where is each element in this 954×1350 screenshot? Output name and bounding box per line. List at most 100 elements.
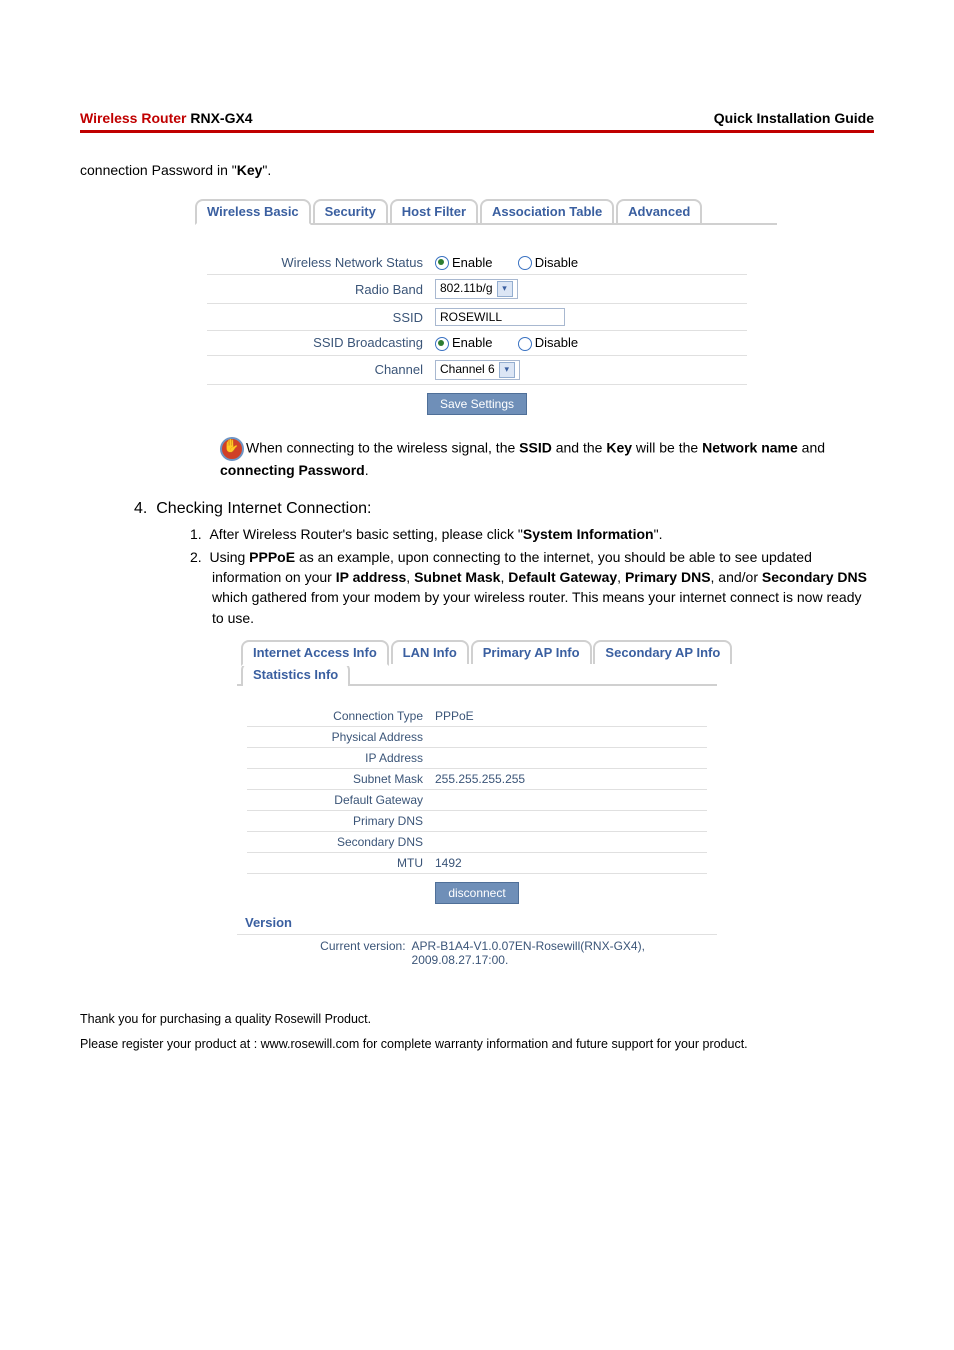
label-wireless-status: Wireless Network Status [207,251,429,275]
radio-enable-label: Enable [452,255,492,270]
row-mtu: MTU 1492 [247,852,707,873]
label-ip-address: IP Address [247,747,429,768]
row-default-gateway: Default Gateway [247,789,707,810]
tab-internet-access-info[interactable]: Internet Access Info [241,640,389,666]
step4-title: Checking Internet Connection: [156,500,371,517]
radio-disable-icon[interactable] [518,256,532,270]
row-subnet-mask: Subnet Mask 255.255.255.255 [247,768,707,789]
header-rule [80,130,874,133]
s2-ip: IP address [336,569,407,585]
step4-sub1-b: ". [654,526,663,542]
disconnect-button[interactable]: disconnect [435,882,518,904]
value-current-version: APR-B1A4-V1.0.07EN-Rosewill(RNX-GX4), 20… [412,939,717,967]
value-physical-address [429,726,707,747]
tab-primary-ap-info[interactable]: Primary AP Info [471,640,592,664]
step4-num: 4. [134,500,147,517]
s2a: Using [209,549,249,565]
tab-host-filter[interactable]: Host Filter [390,199,478,223]
note-netname: Network name [702,439,798,455]
row-wireless-status: Wireless Network Status Enable Disable [207,251,747,275]
intro-bold-key: Key [237,162,263,178]
sysinfo-table: Connection Type PPPoE Physical Address I… [247,706,707,907]
wireless-tabset: Wireless Basic Security Host Filter Asso… [195,199,767,225]
value-ssid-broadcasting: Enable Disable [429,331,747,356]
value-conn-type: PPPoE [429,706,707,727]
value-ip-address [429,747,707,768]
input-ssid[interactable]: ROSEWILL [435,308,565,326]
tab-security[interactable]: Security [313,199,388,223]
step4-sub1-bold: System Information [523,526,654,542]
row-primary-dns: Primary DNS [247,810,707,831]
value-radio-band: 802.11b/g ▾ [429,275,747,304]
s2-sm: Subnet Mask [414,569,500,585]
select-radio-band-value: 802.11b/g [440,281,493,295]
label-physical-address: Physical Address [247,726,429,747]
s2-dg: Default Gateway [508,569,617,585]
label-conn-type: Connection Type [247,706,429,727]
step4-sub1: 1. After Wireless Router's basic setting… [190,524,874,544]
row-ssid: SSID ROSEWILL [207,304,747,331]
row-disconnect: disconnect [247,873,707,907]
radio-ssid-disable-icon[interactable] [518,337,532,351]
note-pre: When connecting to the wireless signal, … [246,439,519,455]
s2e: , [617,569,625,585]
label-secondary-dns: Secondary DNS [247,831,429,852]
wireless-form: Wireless Network Status Enable Disable R… [207,251,747,419]
row-channel: Channel Channel 6 ▾ [207,355,747,384]
tab-wireless-basic[interactable]: Wireless Basic [195,199,311,225]
chevron-down-icon: ▾ [497,281,513,297]
value-ssid: ROSEWILL [429,304,747,331]
footer-line-2: Please register your product at : www.ro… [80,1032,874,1057]
row-radio-band: Radio Band 802.11b/g ▾ [207,275,747,304]
row-physical-address: Physical Address [247,726,707,747]
intro-line: connection Password in "Key". [80,161,874,181]
value-primary-dns [429,810,707,831]
s2g: which gathered from your modem by your w… [212,589,861,625]
version-heading: Version [245,915,717,930]
footer: Thank you for purchasing a quality Rosew… [80,1007,874,1057]
label-ssid: SSID [207,304,429,331]
tab-secondary-ap-info[interactable]: Secondary AP Info [593,640,732,664]
footer-line-1: Thank you for purchasing a quality Rosew… [80,1007,874,1032]
header-left: Wireless Router RNX-GX4 [80,110,253,126]
stop-hand-icon [220,437,244,461]
tab-lan-info[interactable]: LAN Info [391,640,469,664]
step4-sub2: 2. Using PPPoE as an example, upon conne… [190,547,874,628]
row-conn-type: Connection Type PPPoE [247,706,707,727]
radio-ssid-disable-label: Disable [535,335,578,350]
label-ssid-broadcasting: SSID Broadcasting [207,331,429,356]
page-header: Wireless Router RNX-GX4 Quick Installati… [80,110,874,126]
radio-enable-icon[interactable] [435,256,449,270]
tab-association-table[interactable]: Association Table [480,199,614,223]
s2-sd: Secondary DNS [762,569,867,585]
select-channel[interactable]: Channel 6 ▾ [435,360,520,380]
label-radio-band: Radio Band [207,275,429,304]
chevron-down-icon: ▾ [499,362,515,378]
label-primary-dns: Primary DNS [247,810,429,831]
screenshot-system-information: Internet Access Info LAN Info Primary AP… [237,640,717,967]
radio-ssid-enable-icon[interactable] [435,337,449,351]
label-channel: Channel [207,355,429,384]
value-mtu: 1492 [429,852,707,873]
step4-sub2-num: 2. [190,549,202,565]
note-mid1: and the [552,439,607,455]
row-save: Save Settings [207,384,747,419]
note-block: When connecting to the wireless signal, … [220,437,874,481]
label-current-version: Current version: [237,939,412,967]
select-radio-band[interactable]: 802.11b/g ▾ [435,279,518,299]
note-connpw: connecting Password [220,462,365,478]
label-mtu: MTU [247,852,429,873]
value-secondary-dns [429,831,707,852]
note-mid3: and [798,439,825,455]
save-settings-button[interactable]: Save Settings [427,393,527,415]
screenshot-wireless-basic: Wireless Basic Security Host Filter Asso… [187,199,767,419]
select-channel-value: Channel 6 [440,362,495,376]
version-row: Current version: APR-B1A4-V1.0.07EN-Rose… [237,934,717,967]
value-wireless-status: Enable Disable [429,251,747,275]
s2f: , and/or [711,569,762,585]
tab-advanced[interactable]: Advanced [616,199,702,223]
header-product-model: RNX-GX4 [186,110,252,126]
value-default-gateway [429,789,707,810]
value-subnet-mask: 255.255.255.255 [429,768,707,789]
row-ssid-broadcasting: SSID Broadcasting Enable Disable [207,331,747,356]
